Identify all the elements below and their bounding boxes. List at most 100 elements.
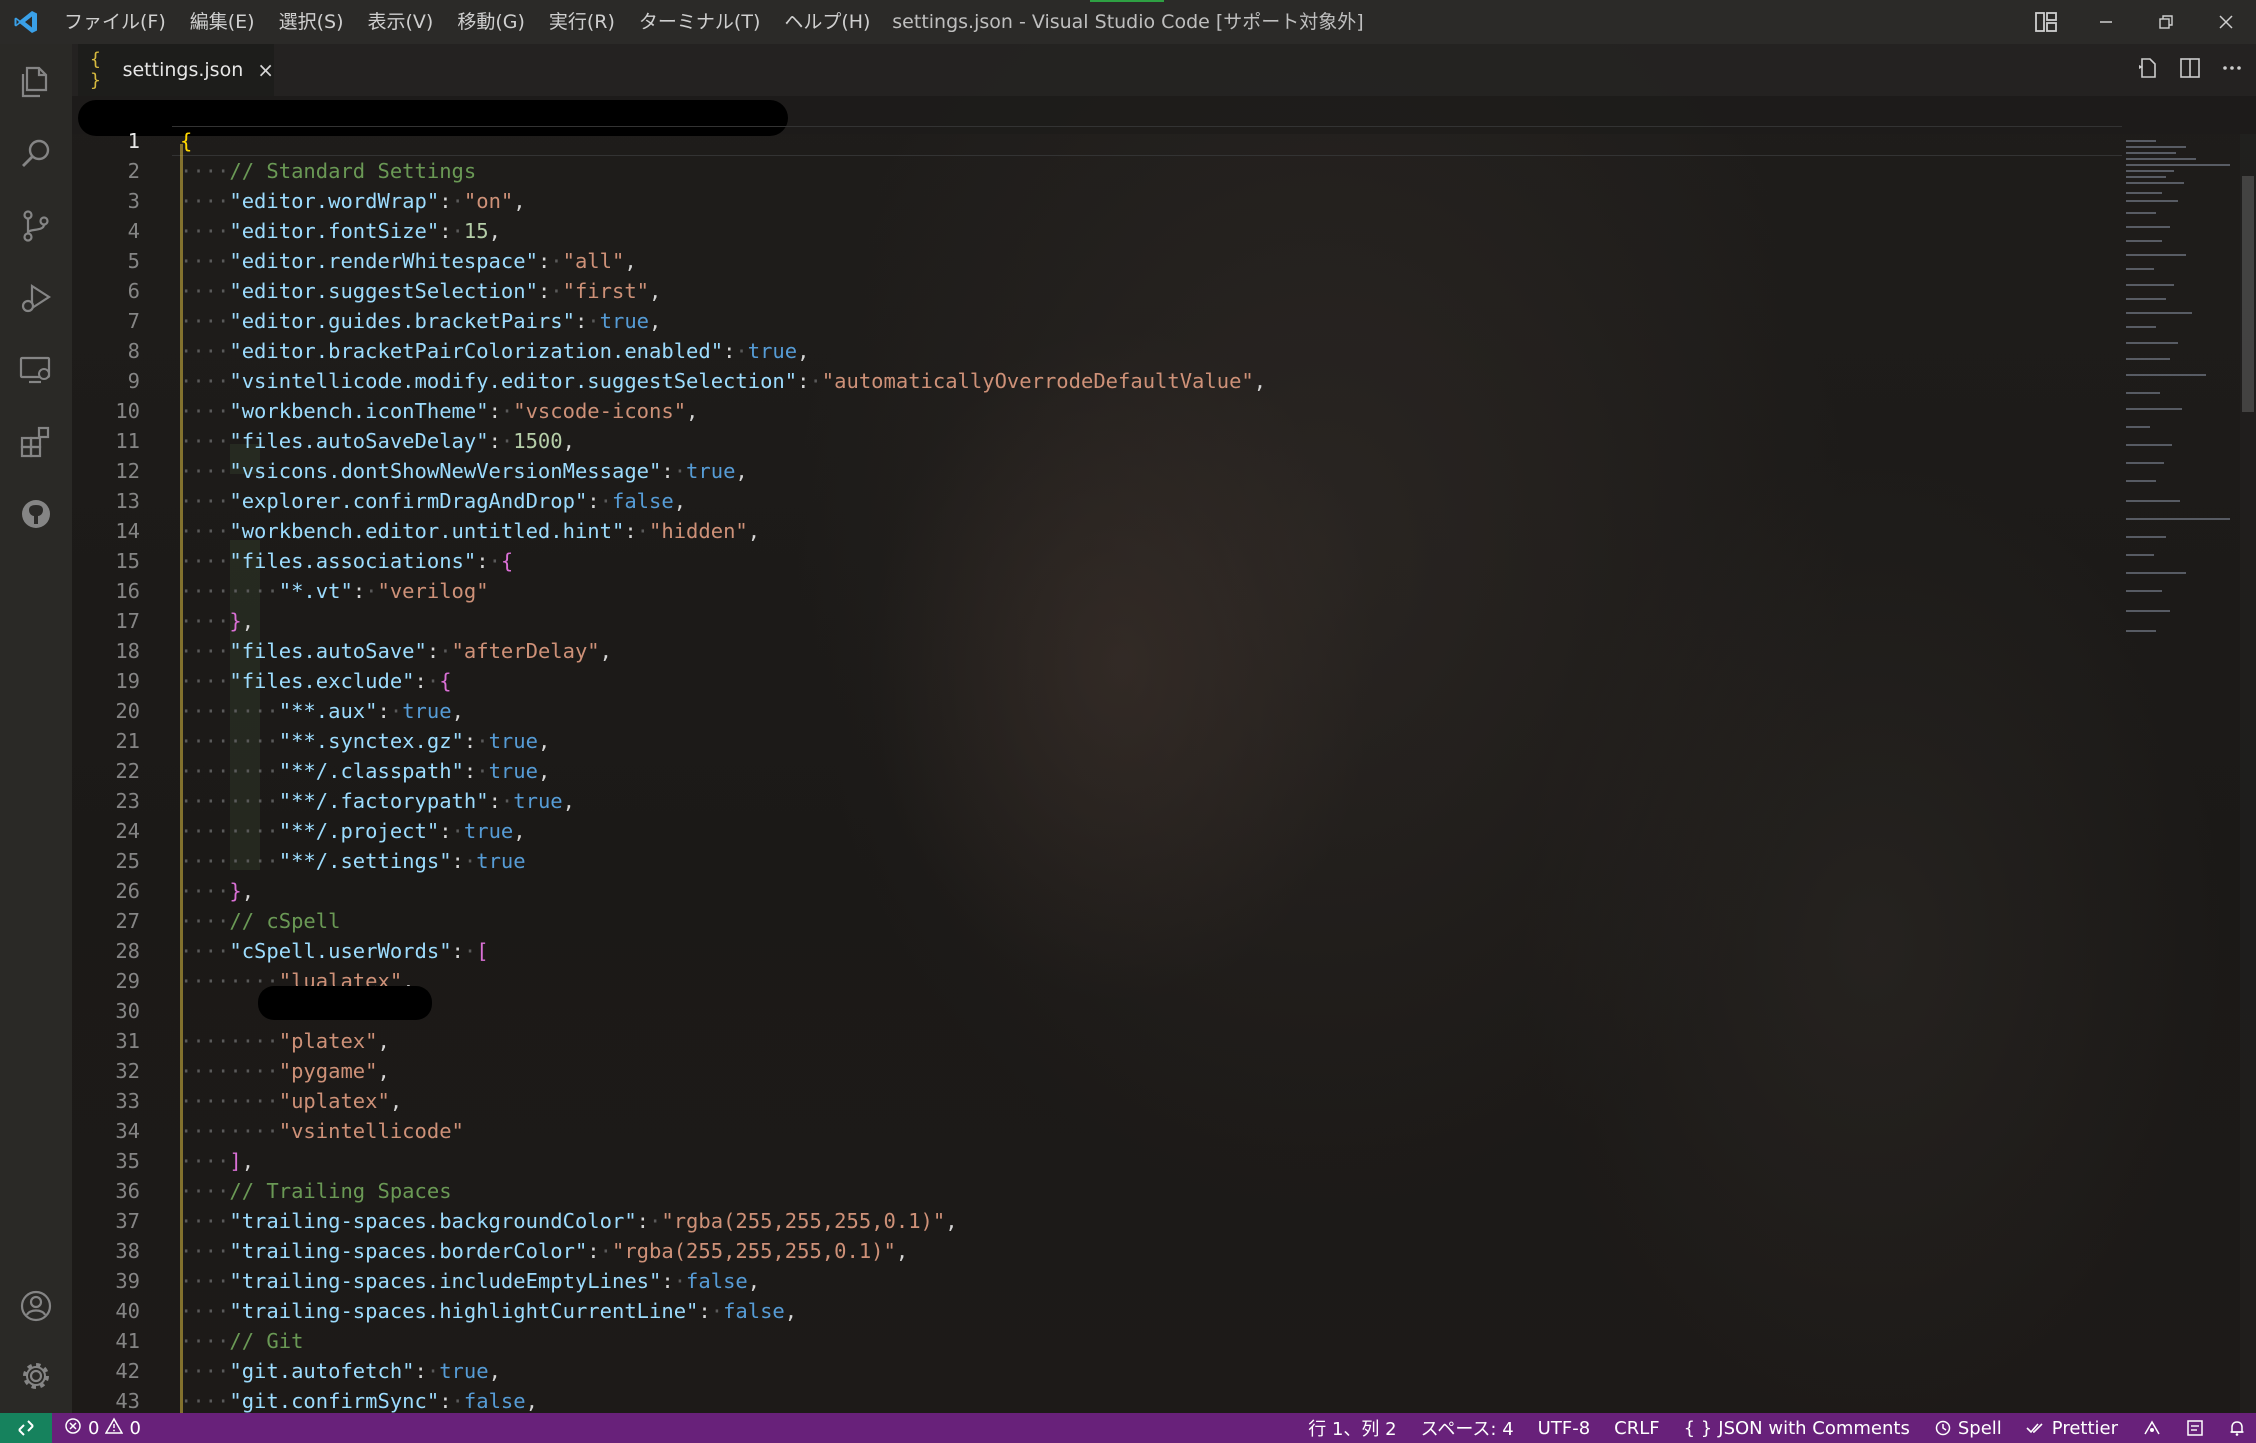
code-line: 42 ····"git.autofetch":·true, bbox=[115, 1359, 501, 1383]
code-line: 16 ········"*.vt":·"verilog" bbox=[115, 579, 489, 603]
code-line: 1{ bbox=[127, 129, 193, 153]
code-line: 9 ····"vsintellicode.modify.editor.sugges… bbox=[127, 369, 1267, 393]
menu-help[interactable]: ヘルプ(H) bbox=[772, 0, 882, 44]
account-icon[interactable] bbox=[0, 1270, 72, 1342]
code-line: 23 ········"**/.factorypath":·true, bbox=[115, 789, 575, 813]
menu-edit[interactable]: 編集(E) bbox=[178, 0, 267, 44]
code-line: 32 ········"pygame", bbox=[115, 1059, 390, 1083]
close-tab-icon[interactable]: × bbox=[257, 58, 274, 82]
code-line: 40 ····"trailing-spaces.highlightCurrentL… bbox=[115, 1299, 798, 1323]
code-line: 7 ····"editor.guides.bracketPairs":·true, bbox=[127, 309, 662, 333]
end-of-line[interactable]: CRLF bbox=[1614, 1418, 1659, 1439]
open-settings-icon[interactable] bbox=[2136, 56, 2160, 84]
activity-bar bbox=[0, 44, 72, 1413]
remote-explorer-icon[interactable] bbox=[0, 334, 72, 406]
encoding[interactable]: UTF-8 bbox=[1538, 1418, 1590, 1439]
source-control-icon[interactable] bbox=[0, 190, 72, 262]
run-debug-icon[interactable] bbox=[0, 262, 72, 334]
notifications-bell-icon[interactable] bbox=[2228, 1419, 2246, 1437]
menu-view[interactable]: 表示(V) bbox=[356, 0, 446, 44]
extensions-icon[interactable] bbox=[0, 406, 72, 478]
code-line: 35 ····], bbox=[115, 1149, 255, 1173]
vscode-logo-icon bbox=[0, 0, 52, 44]
title-bar: ファイル(F) 編集(E) 選択(S) 表示(V) 移動(G) 実行(R) ター… bbox=[0, 0, 2256, 44]
code-line: 25 ········"**/.settings":·true bbox=[115, 849, 526, 873]
settings-gear-icon[interactable] bbox=[0, 1340, 72, 1412]
window-controls bbox=[2016, 0, 2256, 44]
minimize-icon[interactable] bbox=[2076, 0, 2136, 44]
tab-label: settings.json bbox=[122, 59, 244, 81]
close-window-icon[interactable] bbox=[2196, 0, 2256, 44]
prettier-status[interactable]: Prettier bbox=[2026, 1418, 2118, 1439]
code-line: 31 ········"platex", bbox=[115, 1029, 390, 1053]
minimap[interactable] bbox=[2126, 136, 2238, 696]
search-icon[interactable] bbox=[0, 118, 72, 190]
error-count: 0 bbox=[88, 1417, 100, 1439]
code-line: 4 ····"editor.fontSize":·15, bbox=[127, 219, 501, 243]
code-line: 2 ····// Standard Settings bbox=[127, 159, 477, 183]
explorer-icon[interactable] bbox=[0, 46, 72, 118]
language-mode[interactable]: { } JSON with Comments bbox=[1684, 1418, 1910, 1439]
redacted-word bbox=[258, 986, 432, 1020]
spell-status[interactable]: Spell bbox=[1934, 1418, 2002, 1439]
code-line: 3 ····"editor.wordWrap":·"on", bbox=[127, 189, 526, 213]
code-line: 34 ········"vsintellicode" bbox=[115, 1119, 464, 1143]
code-line: 28 ····"cSpell.userWords":·[ bbox=[115, 939, 489, 963]
menu-terminal[interactable]: ターミナル(T) bbox=[627, 0, 772, 44]
code-line: 37 ····"trailing-spaces.backgroundColor":… bbox=[115, 1209, 958, 1233]
layout-icon[interactable] bbox=[2016, 0, 2076, 44]
code-line: 10 ····"workbench.iconTheme":·"vscode-ico… bbox=[115, 399, 699, 423]
code-line: 19 ····"files.exclude":·{ bbox=[115, 669, 452, 693]
code-line: 17 ····}, bbox=[115, 609, 255, 633]
warning-count: 0 bbox=[129, 1417, 141, 1439]
code-line: 8 ····"editor.bracketPairColorization.ena… bbox=[127, 339, 810, 363]
code-line: 14 ····"workbench.editor.untitled.hint":·… bbox=[115, 519, 761, 543]
indentation[interactable]: スペース: 4 bbox=[1421, 1415, 1514, 1441]
code-line: 43 ····"git.confirmSync":·false, bbox=[115, 1389, 538, 1413]
spell-label: Spell bbox=[1957, 1417, 2002, 1439]
code-line: 24 ········"**/.project":·true, bbox=[115, 819, 526, 843]
warning-icon bbox=[105, 1416, 124, 1440]
restore-icon[interactable] bbox=[2136, 0, 2196, 44]
menu-run[interactable]: 実行(R) bbox=[537, 0, 627, 44]
tab-settings-json[interactable]: { } settings.json × bbox=[78, 44, 274, 96]
scrollbar-thumb[interactable] bbox=[2242, 176, 2254, 412]
status-bar-right: 行 1、列 2 スペース: 4 UTF-8 CRLF { } JSON with… bbox=[1308, 1413, 2246, 1443]
braces-icon: { } bbox=[1683, 1417, 1713, 1439]
code-line: 22 ········"**/.classpath":·true, bbox=[115, 759, 551, 783]
title-accent-line bbox=[1090, 0, 1164, 2]
editor-actions bbox=[2136, 44, 2244, 96]
prettier-label: Prettier bbox=[2051, 1417, 2118, 1439]
code-line: 41 ····// Git bbox=[115, 1329, 304, 1353]
problems-indicator[interactable]: 0 0 bbox=[64, 1416, 141, 1440]
cursor-position[interactable]: 行 1、列 2 bbox=[1308, 1415, 1396, 1441]
menu-selection[interactable]: 選択(S) bbox=[267, 0, 356, 44]
code-line: 6 ····"editor.suggestSelection":·"first", bbox=[127, 279, 662, 303]
code-line: 33 ········"uplatex", bbox=[115, 1089, 403, 1113]
github-icon[interactable] bbox=[0, 478, 72, 550]
feedback-icon[interactable] bbox=[2142, 1419, 2162, 1437]
remote-indicator-icon[interactable] bbox=[0, 1413, 52, 1443]
code-line: 11 ····"files.autoSaveDelay":·1500, bbox=[115, 429, 575, 453]
editor-area: { } settings.json × 1{ 2 ····// Standard … bbox=[72, 44, 2256, 1413]
error-icon bbox=[64, 1417, 82, 1440]
split-editor-icon[interactable] bbox=[2178, 56, 2202, 84]
code-line: 20 ········"**.aux":·true, bbox=[115, 699, 464, 723]
code-line: 38 ····"trailing-spaces.borderColor":·"rg… bbox=[115, 1239, 909, 1263]
menu-file[interactable]: ファイル(F) bbox=[52, 0, 178, 44]
code-line: 21 ········"**.synctex.gz":·true, bbox=[115, 729, 551, 753]
menu-go[interactable]: 移動(G) bbox=[445, 0, 537, 44]
menu-bar: ファイル(F) 編集(E) 選択(S) 表示(V) 移動(G) 実行(R) ター… bbox=[52, 0, 882, 44]
output-icon[interactable] bbox=[2186, 1419, 2204, 1437]
code-line: 26 ····}, bbox=[115, 879, 255, 903]
code-line: 36 ····// Trailing Spaces bbox=[115, 1179, 452, 1203]
code-line: 5 ····"editor.renderWhitespace":·"all", bbox=[127, 249, 637, 273]
code-editor[interactable]: 1{ 2 ····// Standard Settings 3 ····"edito… bbox=[72, 126, 2122, 1413]
language-label: JSON with Comments bbox=[1718, 1417, 1910, 1439]
code-line: 15 ····"files.associations":·{ bbox=[115, 549, 514, 573]
more-actions-icon[interactable] bbox=[2220, 56, 2244, 84]
code-line: 13 ····"explorer.confirmDragAndDrop":·fal… bbox=[115, 489, 687, 513]
editor-scrollbar[interactable] bbox=[2240, 134, 2256, 1413]
code-line: 39 ····"trailing-spaces.includeEmptyLines… bbox=[115, 1269, 761, 1293]
tab-bar: { } settings.json × bbox=[72, 44, 2256, 96]
